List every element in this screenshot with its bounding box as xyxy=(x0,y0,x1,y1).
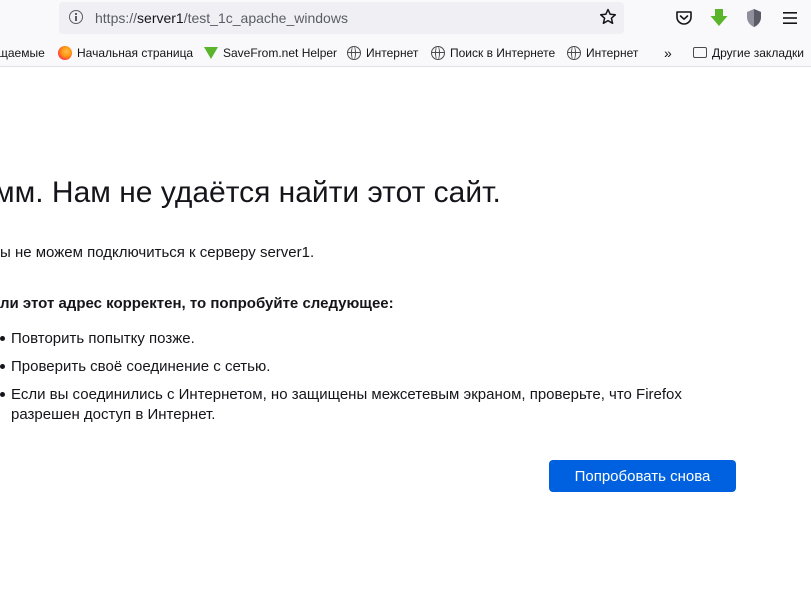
globe-icon xyxy=(347,45,361,60)
bookmark-web-search[interactable]: Поиск в Интернете xyxy=(431,44,555,62)
shield-icon[interactable] xyxy=(743,7,765,29)
bookmark-most-visited[interactable]: щаемые xyxy=(0,44,45,62)
suggestions-heading: ли этот адрес корректен, то попробуйте с… xyxy=(0,295,394,312)
error-description: ы не можем подключиться к серверу server… xyxy=(0,244,315,261)
bookmarks-toolbar: щаемые Начальная страница SaveFrom.net H… xyxy=(0,38,811,67)
url-path: /test_1c_apache_windows xyxy=(183,10,348,26)
savefrom-icon xyxy=(204,46,218,59)
navigation-toolbar: https://server1/test_1c_apache_windows xyxy=(0,0,811,38)
bookmarks-overflow-chevron-icon[interactable]: » xyxy=(664,44,672,62)
list-item: Если вы соединились с Интернетом, но защ… xyxy=(0,385,701,425)
bookmark-home-page[interactable]: Начальная страница xyxy=(58,44,193,62)
pocket-icon[interactable] xyxy=(673,7,695,29)
try-again-button[interactable]: Попробовать снова xyxy=(549,460,736,492)
list-item: Повторить попытку позже. xyxy=(0,329,701,349)
bookmark-label: Начальная страница xyxy=(77,46,194,60)
menu-icon[interactable] xyxy=(779,7,801,29)
bookmark-internet-1[interactable]: Интернет xyxy=(347,44,418,62)
globe-icon xyxy=(431,45,445,60)
savefrom-download-icon[interactable] xyxy=(708,7,730,29)
bookmark-savefrom[interactable]: SaveFrom.net Helper xyxy=(204,44,337,62)
url-bar[interactable]: https://server1/test_1c_apache_windows xyxy=(59,2,624,34)
url-host: server1 xyxy=(137,10,184,26)
bookmark-label: Интернет xyxy=(586,46,639,60)
site-info-icon[interactable] xyxy=(69,10,83,24)
firefox-icon xyxy=(58,45,72,60)
bookmark-internet-2[interactable]: Интернет xyxy=(567,44,638,62)
bookmark-label: Интернет xyxy=(366,46,419,60)
bookmark-star-icon[interactable] xyxy=(598,7,618,27)
list-item: Проверить своё соединение с сетью. xyxy=(0,357,701,377)
bookmark-label: Другие закладки xyxy=(712,46,804,60)
bookmark-label: Поиск в Интернете xyxy=(450,46,556,60)
url-text[interactable]: https://server1/test_1c_apache_windows xyxy=(95,10,348,26)
folder-icon xyxy=(693,47,707,59)
error-title: мм. Нам не удаётся найти этот сайт. xyxy=(0,176,501,209)
globe-icon xyxy=(567,45,581,60)
suggestions-list: Повторить попытку позже. Проверить своё … xyxy=(0,329,701,433)
bookmark-label: SaveFrom.net Helper xyxy=(223,46,338,60)
bookmark-label: щаемые xyxy=(0,46,45,60)
url-scheme: https:// xyxy=(95,10,138,26)
bookmark-other-folder[interactable]: Другие закладки xyxy=(693,44,804,62)
